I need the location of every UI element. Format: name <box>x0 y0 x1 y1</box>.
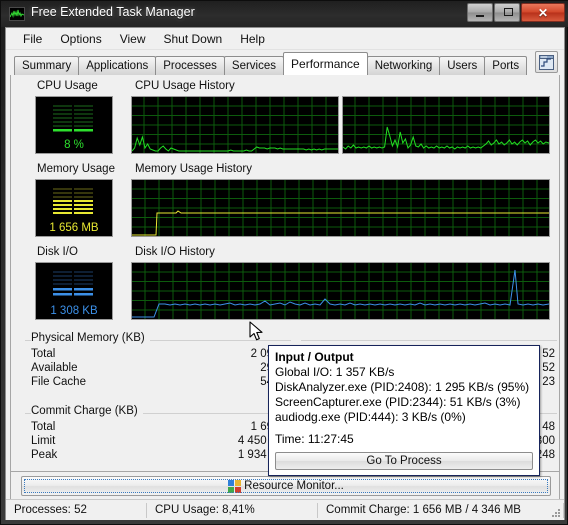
disk-io-value: 1 308 KB <box>50 305 98 317</box>
tab-summary[interactable]: Summary <box>14 56 80 75</box>
memory-history-graph <box>131 179 550 237</box>
commit-charge-group: Commit Charge (KB) Total 1 696 3 Limit 4… <box>21 405 291 465</box>
disk-history-label: Disk I/O History <box>135 246 215 258</box>
physical-memory-title: Physical Memory (KB) <box>31 332 150 344</box>
cpu-history-label: CPU Usage History <box>135 80 235 92</box>
commit-limit-label: Limit <box>31 435 56 447</box>
status-commit-charge: Commit Charge: 1 656 MB / 4 346 MB <box>326 504 521 516</box>
commit-peak-label: Peak <box>31 449 58 461</box>
memory-history-label: Memory Usage History <box>135 163 252 175</box>
tab-strip: Summary Applications Processes Services … <box>6 50 564 75</box>
io-tooltip-popup: Input / Output Global I/O: 1 357 KB/s Di… <box>268 345 540 476</box>
client-area: File Options View Shut Down Help Summary… <box>5 27 565 520</box>
commit-total-label: Total <box>31 421 56 433</box>
menu-help[interactable]: Help <box>231 30 274 48</box>
kernel-row-3-value: 48 <box>542 421 555 433</box>
resource-monitor-button[interactable]: Resource Monitor... <box>21 476 551 496</box>
memory-usage-value: 1 656 MB <box>49 222 99 234</box>
menu-options[interactable]: Options <box>51 30 110 48</box>
memory-usage-label: Memory Usage <box>37 163 115 175</box>
menu-shut-down[interactable]: Shut Down <box>155 30 232 48</box>
title-bar[interactable]: Free Extended Task Manager ✕ <box>1 1 568 27</box>
status-bar: Processes: 52 CPU Usage: 8,41% Commit Ch… <box>6 499 564 520</box>
tooltip-line-process-1: DiskAnalyzer.exe (PID:2408): 1 295 KB/s … <box>275 380 530 394</box>
disk-io-gauge: 1 308 KB <box>35 262 113 320</box>
tooltip-time: Time: 11:27:45 <box>275 432 354 446</box>
tooltip-line-process-3: audiodg.exe (PID:444): 3 KB/s (0%) <box>275 410 466 424</box>
physical-total-label: Total <box>31 348 56 360</box>
kernel-row-1-value: 52 <box>542 362 555 374</box>
cpu-history-graph-core1 <box>342 96 550 154</box>
close-button[interactable]: ✕ <box>521 3 565 22</box>
tab-users[interactable]: Users <box>439 56 486 75</box>
menu-file[interactable]: File <box>14 30 51 48</box>
tab-networking[interactable]: Networking <box>366 56 441 75</box>
window-controls: ✕ <box>467 3 565 22</box>
app-icon <box>9 7 25 21</box>
tooltip-line-global: Global I/O: 1 357 KB/s <box>275 365 395 379</box>
cpu-usage-label: CPU Usage <box>37 80 98 92</box>
commit-charge-title: Commit Charge (KB) <box>31 405 143 417</box>
physical-available-label: Available <box>31 362 78 374</box>
go-to-process-button[interactable]: Go To Process <box>275 452 533 470</box>
resize-grip-icon <box>552 509 560 517</box>
cpu-history-graph-core0 <box>131 96 339 154</box>
menu-bar: File Options View Shut Down Help <box>6 28 564 50</box>
kernel-row-2-value: 23 <box>542 376 555 388</box>
close-icon: ✕ <box>537 5 549 20</box>
memory-usage-gauge: 1 656 MB <box>35 179 113 237</box>
tab-ports[interactable]: Ports <box>484 56 528 75</box>
tab-applications[interactable]: Applications <box>78 56 157 75</box>
physical-filecache-label: File Cache <box>31 376 86 388</box>
status-cpu-usage: CPU Usage: 8,41% <box>155 504 255 516</box>
chart-window-icon-button[interactable] <box>535 51 558 73</box>
status-processes: Processes: 52 <box>14 504 87 516</box>
disk-history-graph <box>131 262 550 320</box>
kernel-row-0-value: 52 <box>542 348 555 360</box>
mouse-cursor-icon <box>249 321 263 341</box>
minimize-button[interactable] <box>467 3 493 22</box>
task-manager-window: Free Extended Task Manager ✕ File Option… <box>0 0 568 525</box>
tab-services[interactable]: Services <box>223 56 285 75</box>
tooltip-title: Input / Output <box>275 350 354 364</box>
disk-io-label: Disk I/O <box>37 246 78 258</box>
cpu-usage-gauge: 8 % <box>35 96 113 154</box>
tab-processes[interactable]: Processes <box>155 56 225 75</box>
resource-monitor-bar: Resource Monitor... <box>10 472 560 500</box>
tooltip-line-process-2: ScreenCapturer.exe (PID:2344): 51 KB/s (… <box>275 395 521 409</box>
maximize-button[interactable] <box>494 3 520 22</box>
cpu-usage-value: 8 % <box>64 139 84 151</box>
tab-performance[interactable]: Performance <box>283 52 368 75</box>
menu-view[interactable]: View <box>111 30 155 48</box>
window-title: Free Extended Task Manager <box>31 5 195 19</box>
